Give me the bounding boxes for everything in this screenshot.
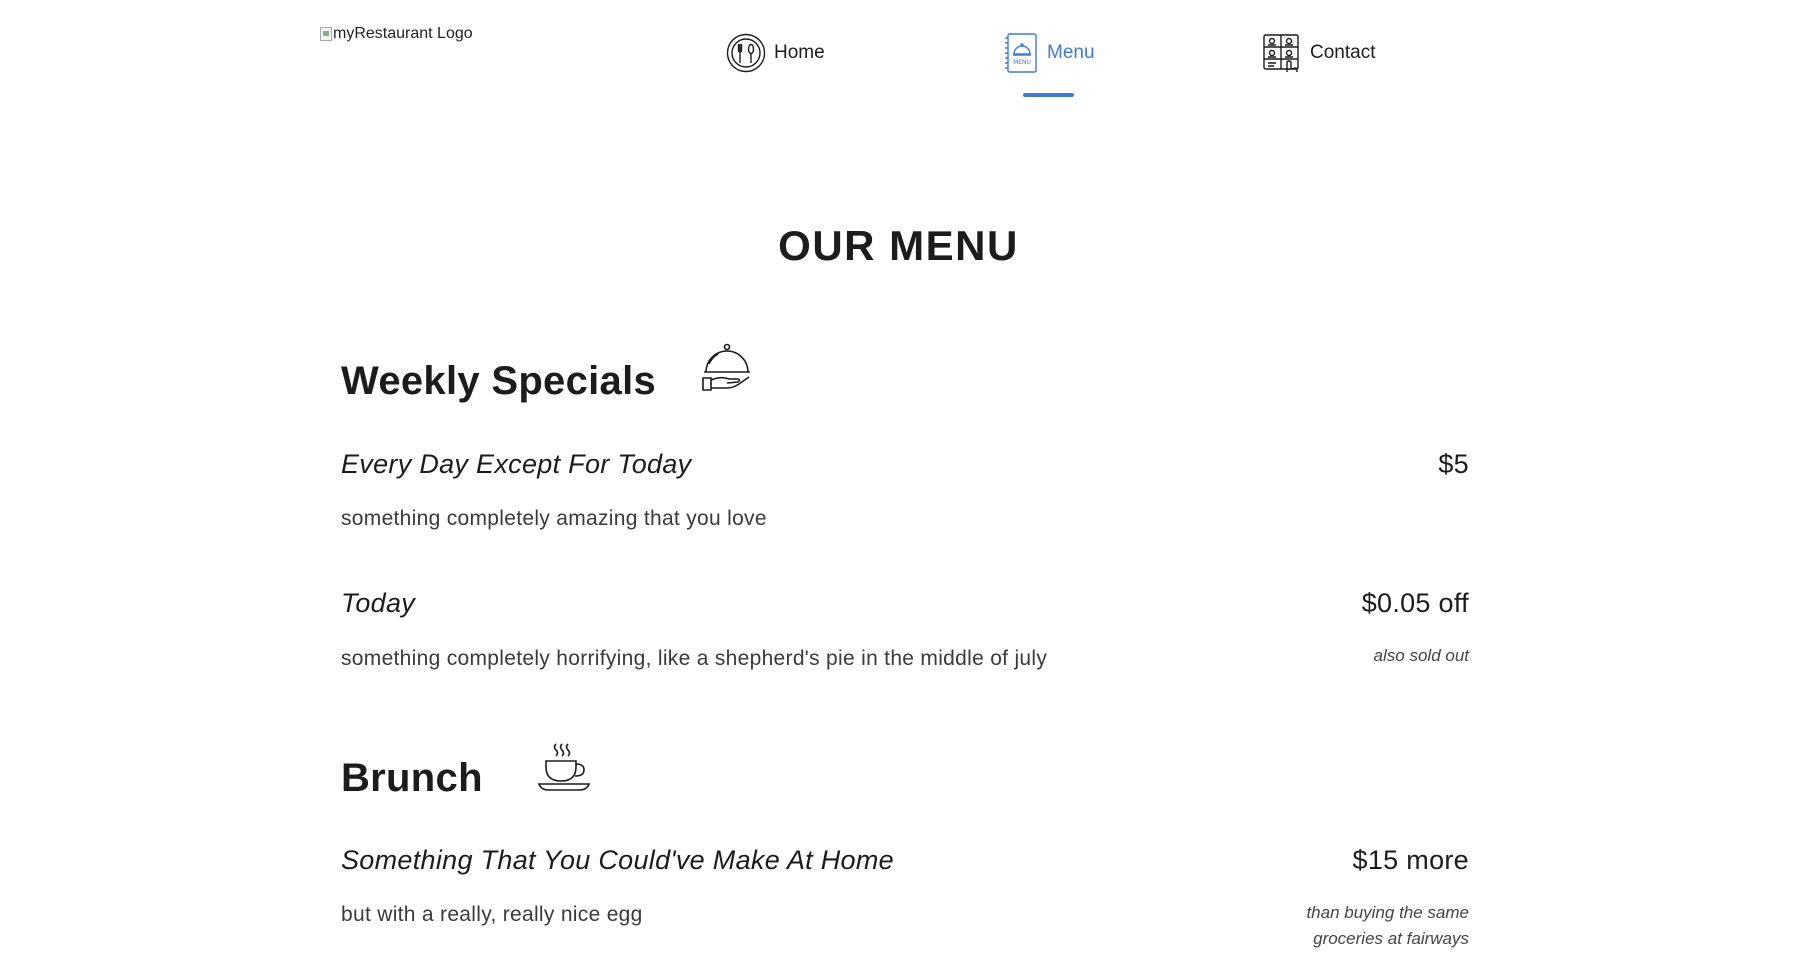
item-price: $15 more: [1352, 845, 1469, 875]
item-name: Something That You Could've Make At Home: [341, 845, 894, 875]
item-note: also sold out: [1373, 646, 1469, 665]
item-name: Every Day Except For Today: [341, 449, 692, 479]
item-price: $5: [1438, 449, 1469, 479]
nav-home-label: Home: [774, 42, 825, 63]
logo[interactable]: myRestaurant Logo: [320, 25, 473, 43]
page: myRestaurant Logo Home MENU Menu Contact…: [0, 0, 1797, 975]
nav-home[interactable]: Home: [726, 29, 825, 77]
nav-contact-label: Contact: [1310, 42, 1376, 63]
item-note: than buying the same groceries at fairwa…: [1306, 903, 1469, 948]
contact-directory-icon: [1263, 34, 1299, 72]
coffee-cup-icon: [537, 743, 591, 791]
item-name: Today: [341, 588, 416, 618]
page-title: OUR MENU: [778, 222, 1019, 269]
section-title: Weekly Specials: [341, 359, 657, 403]
menu-book-icon: MENU: [1005, 33, 1037, 73]
item-description: but with a really, really nice egg: [341, 903, 643, 926]
plate-cutlery-icon: [726, 33, 766, 73]
broken-image-icon: [320, 27, 332, 41]
item-price: $0.05 off: [1361, 588, 1469, 618]
item-description: something completely amazing that you lo…: [341, 507, 767, 530]
item-description: something completely horrifying, like a …: [341, 647, 1048, 670]
svg-text:MENU: MENU: [1013, 59, 1031, 66]
nav-contact[interactable]: Contact: [1260, 29, 1375, 77]
section-title: Brunch: [341, 756, 483, 800]
active-nav-indicator: [1023, 93, 1074, 97]
nav-menu[interactable]: MENU Menu: [1003, 29, 1095, 77]
logo-alt-text: myRestaurant Logo: [333, 25, 473, 42]
cloche-serving-icon: [702, 343, 750, 391]
nav-menu-label: Menu: [1047, 42, 1095, 63]
